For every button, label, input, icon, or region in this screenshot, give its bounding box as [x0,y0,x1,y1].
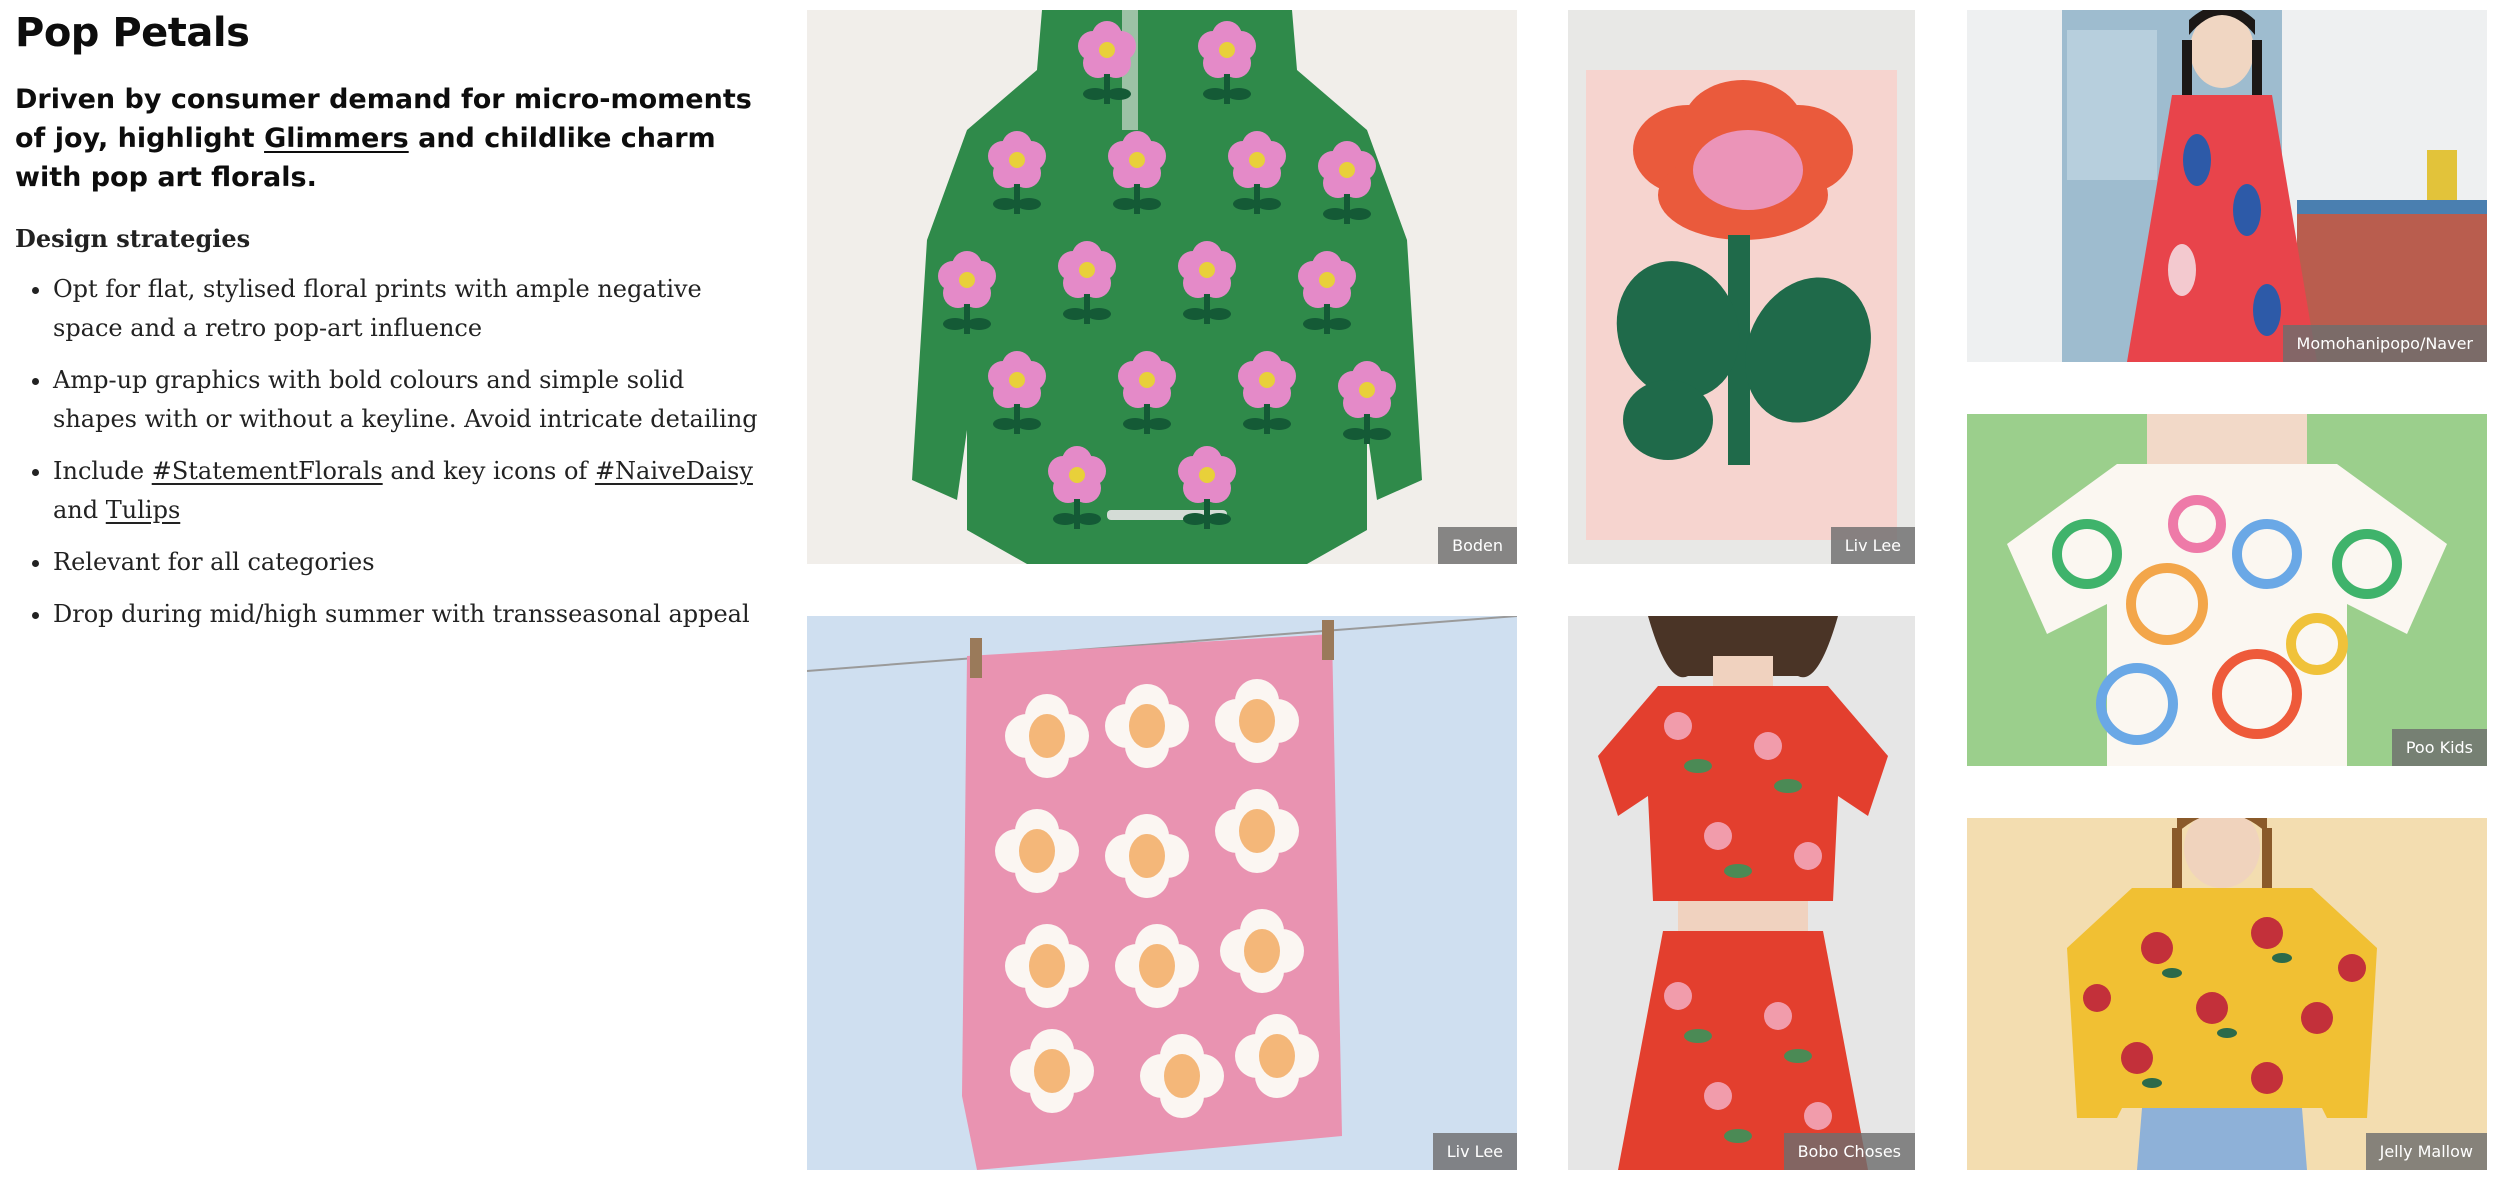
text-column: Pop Petals Driven by consumer demand for… [15,10,775,647]
list-item: Include #StatementFlorals and key icons … [53,452,775,530]
gallery-image-yellow-sweater[interactable]: Jelly Mallow [1967,818,2487,1170]
glimmers-link[interactable]: Glimmers [264,123,409,154]
bullet-text: Amp-up graphics with bold colours and si… [53,366,758,433]
bullet-text: Include [53,457,152,485]
list-item: Drop during mid/high summer with transse… [53,595,775,634]
list-item: Opt for flat, stylised floral prints wit… [53,270,775,348]
tulips-link[interactable]: Tulips [106,496,181,524]
page-title: Pop Petals [15,10,250,56]
image-credit: Liv Lee [1432,1132,1517,1170]
naive-daisy-link[interactable]: #NaiveDaisy [595,457,753,485]
poster-photo [1568,10,1915,564]
image-credit: Poo Kids [2391,728,2487,766]
gallery-image-jacket[interactable]: Boden [807,10,1517,564]
flower-top-photo [1967,414,2487,766]
bullet-text: and key icons of [382,457,595,485]
gallery-image-tea-towel[interactable]: Liv Lee [807,616,1517,1170]
image-credit: Jelly Mallow [2365,1132,2487,1170]
statement-florals-link[interactable]: #StatementFlorals [152,457,383,485]
gallery-image-red-outfit[interactable]: Bobo Choses [1568,616,1915,1170]
gallery-image-poster[interactable]: Liv Lee [1568,10,1915,564]
bullet-text: Opt for flat, stylised floral prints wit… [53,275,702,342]
image-credit: Bobo Choses [1783,1132,1915,1170]
jacket-photo [807,10,1517,564]
gallery-image-tulip-dress[interactable]: Momohanipopo/Naver [1967,10,2487,362]
bullet-text: and [53,496,106,524]
bullet-text: Drop during mid/high summer with transse… [53,600,750,628]
yellow-sweater-photo [1967,818,2487,1170]
lede-paragraph: Driven by consumer demand for micro-mome… [15,80,775,197]
tea-towel-photo [807,616,1517,1170]
strategy-list: Opt for flat, stylised floral prints wit… [15,270,775,634]
image-credit: Momohanipopo/Naver [2282,324,2487,362]
image-credit: Boden [1438,526,1517,564]
red-outfit-photo [1568,616,1915,1170]
design-strategies-heading: Design strategies [15,224,251,253]
gallery-image-flower-top[interactable]: Poo Kids [1967,414,2487,766]
list-item: Amp-up graphics with bold colours and si… [53,361,775,439]
bullet-text: Relevant for all categories [53,548,375,576]
list-item: Relevant for all categories [53,543,775,582]
tulip-dress-photo [1967,10,2487,362]
image-credit: Liv Lee [1830,526,1915,564]
